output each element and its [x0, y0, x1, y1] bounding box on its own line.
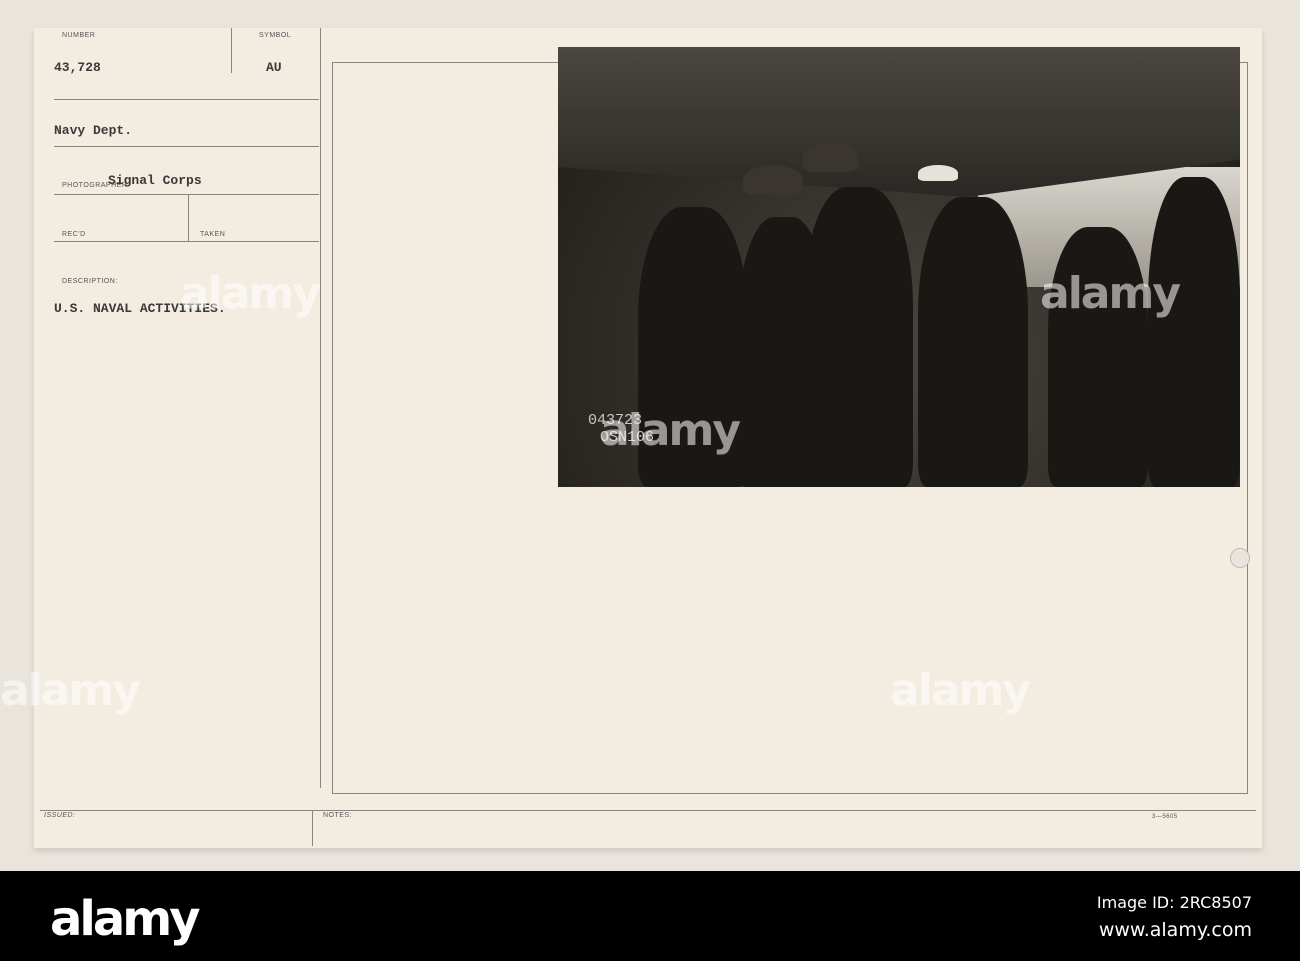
watermark: alamy — [1040, 268, 1181, 319]
issued-label: ISSUED: — [44, 812, 76, 819]
watermark: alamy — [600, 405, 741, 456]
photo-figure — [918, 197, 1028, 487]
divider — [188, 194, 189, 241]
divider — [231, 28, 232, 73]
photo-figure — [1148, 177, 1240, 487]
divider — [54, 146, 319, 147]
divider — [312, 810, 313, 846]
alamy-logo: alamy — [50, 891, 201, 947]
watermark-footer: alamy Image ID: 2RC8507 www.alamy.com — [0, 871, 1300, 961]
taken-label: TAKEN — [200, 231, 226, 238]
photo-hat — [743, 165, 803, 195]
photo-cap — [918, 165, 958, 181]
photo-hat — [803, 142, 858, 172]
image-id: Image ID: 2RC8507 — [1096, 893, 1252, 912]
source-value: Navy Dept. — [54, 123, 133, 138]
description-label: DESCRIPTION: — [62, 278, 118, 285]
notes-label: NOTES: — [323, 812, 353, 819]
watermark: alamy — [180, 268, 321, 319]
number-label: NUMBER — [62, 32, 96, 39]
symbol-label: SYMBOL — [259, 32, 292, 39]
divider — [40, 810, 1256, 811]
divider — [54, 241, 319, 242]
watermark: alamy — [0, 665, 141, 716]
watermark: alamy — [890, 665, 1031, 716]
photographer-value: Signal Corps — [108, 173, 202, 188]
photo-figure — [1048, 227, 1148, 487]
form-number: 3—5605 — [1152, 814, 1178, 820]
symbol-value: AU — [266, 60, 282, 75]
recd-label: REC'D — [62, 231, 86, 238]
number-value: 43,728 — [54, 60, 101, 75]
divider — [54, 99, 319, 100]
divider — [54, 194, 319, 195]
punch-hole — [1230, 548, 1250, 568]
divider — [320, 28, 321, 788]
site-url: www.alamy.com — [1098, 919, 1252, 941]
photo-figure — [803, 187, 913, 487]
